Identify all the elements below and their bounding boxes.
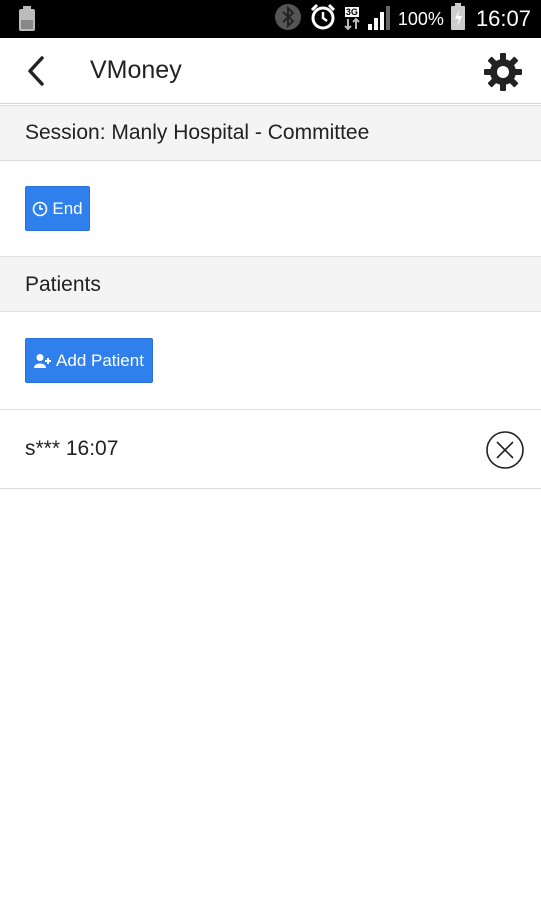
remove-patient-button[interactable] [485, 430, 525, 470]
notification-battery-icon [18, 6, 36, 37]
settings-button[interactable] [483, 52, 523, 92]
signal-bar [373, 17, 378, 30]
session-header: Session: Manly Hospital - Committee [0, 105, 541, 161]
add-user-icon [34, 353, 52, 368]
signal-bar [385, 5, 390, 30]
end-button-label: End [52, 198, 83, 218]
clock-icon [33, 201, 48, 216]
add-patient-button[interactable]: Add Patient [25, 338, 153, 383]
signal-bar [379, 11, 384, 30]
patients-header: Patients [0, 256, 541, 312]
battery-percent: 100% [397, 8, 444, 29]
patient-label: s*** 16:07 [25, 437, 119, 460]
gear-icon [484, 53, 522, 91]
alarm-icon [308, 2, 338, 37]
patients-title: Patients [25, 273, 101, 296]
signal-strength-icon [366, 4, 392, 35]
close-circle-icon [486, 431, 524, 469]
end-session-button[interactable]: End [25, 186, 90, 231]
status-bar: 3G 100% 16:07 [0, 0, 541, 38]
chevron-left-icon [28, 56, 44, 86]
add-patient-label: Add Patient [56, 350, 144, 370]
session-title: Session: Manly Hospital - Committee [25, 121, 370, 144]
clock-time: 16:07 [475, 6, 531, 31]
app-bar: VMoney [0, 38, 541, 104]
battery-icon [450, 2, 466, 36]
page-title: VMoney [90, 56, 182, 84]
signal-bar [367, 23, 372, 30]
bluetooth-icon [274, 3, 302, 36]
network-type-icon: 3G [344, 7, 360, 31]
back-button[interactable] [20, 54, 52, 88]
patient-list-item[interactable]: s*** 16:07 [0, 409, 541, 489]
network-type-label: 3G [344, 7, 359, 17]
